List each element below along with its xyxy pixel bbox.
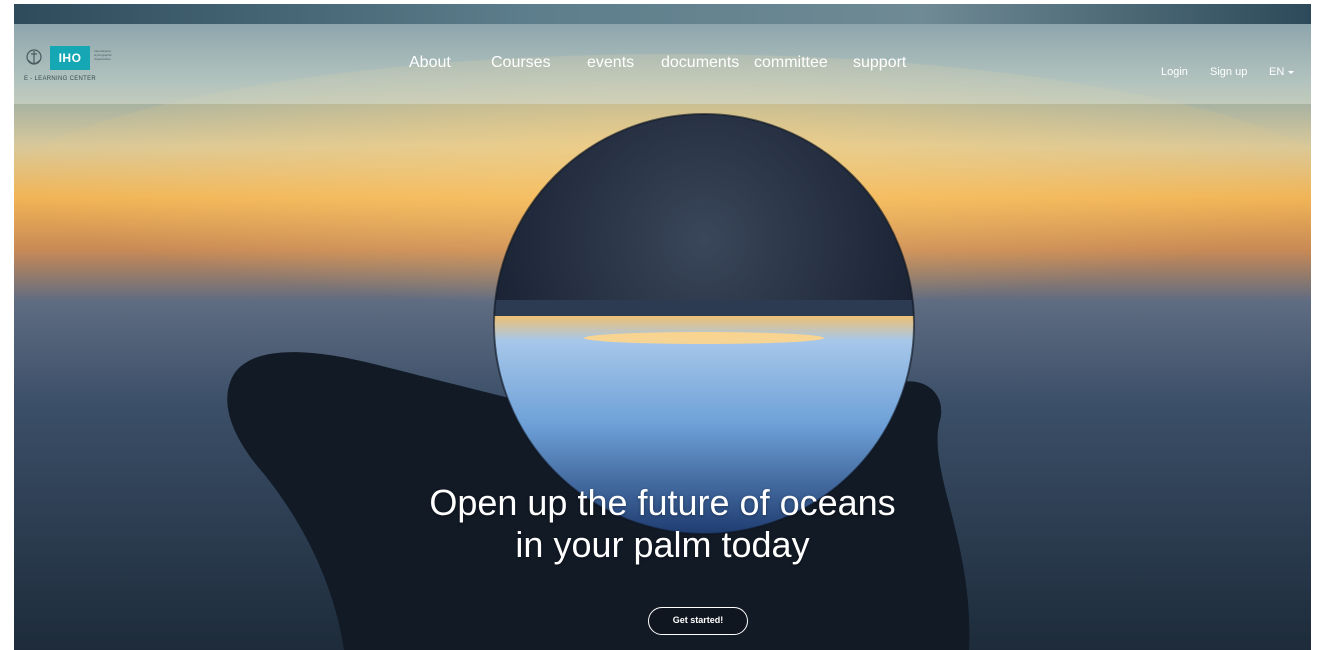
nav-item-documents[interactable]: documents <box>661 54 739 72</box>
nav-item-about[interactable]: About <box>409 54 451 72</box>
nav-item-committee[interactable]: committee <box>754 54 828 72</box>
top-strip <box>14 4 1311 24</box>
logo-subtitle: E - LEARNING CENTER <box>24 76 97 82</box>
language-label: EN <box>1269 66 1285 78</box>
login-link[interactable]: Login <box>1161 66 1188 78</box>
hero-headline-line2: in your palm today <box>515 524 810 565</box>
signup-link[interactable]: Sign up <box>1210 66 1247 78</box>
logo-text: IHO <box>50 46 90 70</box>
brand-logo[interactable]: IHO International Hydrographic Organizat… <box>24 46 134 88</box>
get-started-button[interactable]: Get started! <box>648 607 748 635</box>
chevron-down-icon <box>1288 70 1295 74</box>
nav-item-courses[interactable]: Courses <box>491 54 551 72</box>
anchor-emblem-icon <box>26 49 42 65</box>
hero-frame: IHO International Hydrographic Organizat… <box>14 4 1311 650</box>
language-selector[interactable]: EN <box>1269 66 1295 78</box>
hero-headline-line1: Open up the future of oceans <box>429 482 896 523</box>
hero-headline: Open up the future of oceans in your pal… <box>14 482 1311 566</box>
nav-item-events[interactable]: events <box>587 54 634 72</box>
nav-item-support[interactable]: support <box>853 54 906 72</box>
site-header: IHO International Hydrographic Organizat… <box>14 24 1311 104</box>
organization-name: International Hydrographic Organization <box>94 49 112 61</box>
